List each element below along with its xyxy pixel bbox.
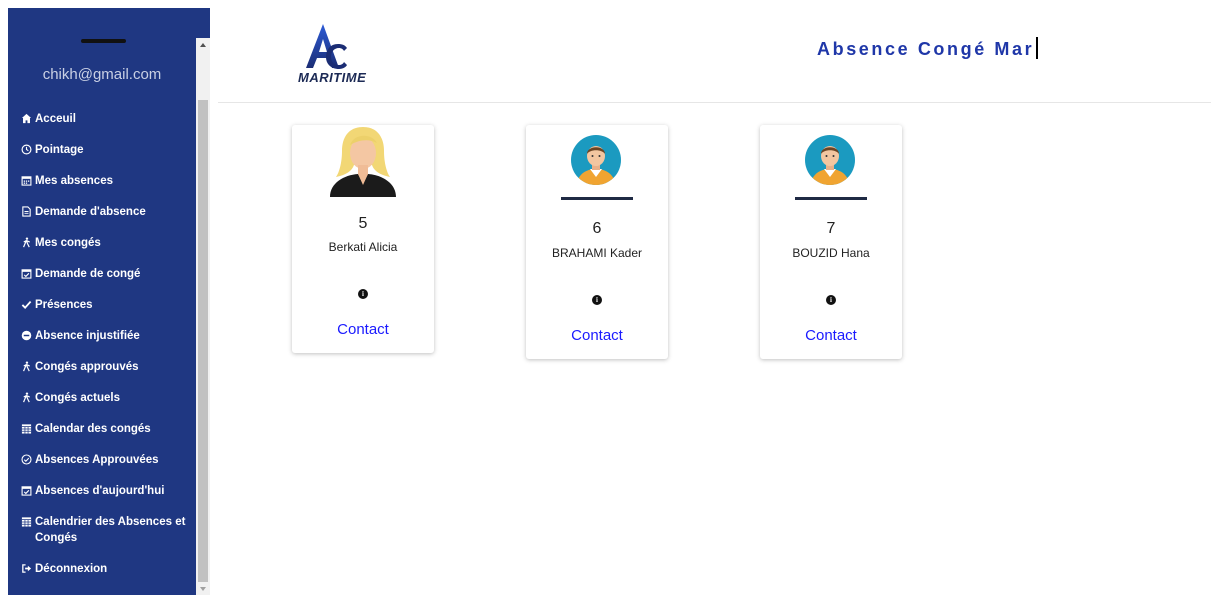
sidebar-item-label: Absences Approuvées bbox=[35, 454, 159, 466]
clock-icon bbox=[20, 143, 33, 156]
document-icon bbox=[20, 205, 33, 218]
calendar-grid-icon bbox=[20, 422, 33, 435]
sidebar-item-label: Acceuil bbox=[35, 113, 76, 125]
text-cursor bbox=[1036, 37, 1039, 59]
page-title: Absence Congé Mar bbox=[817, 37, 1039, 60]
calendar-check-icon bbox=[20, 267, 33, 280]
walking-icon bbox=[20, 391, 33, 404]
sidebar-item-label: Présences bbox=[35, 299, 93, 311]
sidebar-item-calendrier-absences-conges[interactable]: Calendrier des Absences et Congés bbox=[20, 514, 196, 546]
sidebar-item-label: Demande d'absence bbox=[35, 206, 146, 218]
calendar-check-icon bbox=[20, 484, 33, 497]
sidebar-item-conges-actuels[interactable]: Congés actuels bbox=[20, 390, 196, 406]
scroll-up-arrow-icon[interactable] bbox=[196, 38, 210, 52]
sidebar-item-absence-injustifiee[interactable]: Absence injustifiée bbox=[20, 328, 196, 344]
sidebar-scrollbar-thumb[interactable] bbox=[198, 100, 208, 582]
employee-name: BRAHAMI Kader bbox=[551, 246, 643, 260]
sidebar-item-label: Calendrier des Absences et Congés bbox=[35, 516, 186, 544]
scroll-down-arrow-icon[interactable] bbox=[196, 583, 210, 595]
employee-name: Berkati Alicia bbox=[328, 240, 398, 254]
sidebar-item-absences-approuvees[interactable]: Absences Approuvées bbox=[20, 452, 196, 468]
male-avatar bbox=[570, 134, 622, 191]
sidebar-item-deconnexion[interactable]: Déconnexion bbox=[20, 561, 196, 577]
sidebar-item-label: Déconnexion bbox=[35, 563, 108, 575]
sign-out-icon bbox=[20, 562, 33, 575]
sidebar-menu: Acceuil Pointage Mes absences Demande d'… bbox=[20, 111, 196, 592]
sidebar-item-absences-aujourdhui[interactable]: Absences d'aujourd'hui bbox=[20, 483, 196, 499]
home-icon bbox=[20, 112, 33, 125]
employee-card: 6 BRAHAMI Kader i Contact bbox=[526, 125, 668, 359]
walking-icon bbox=[20, 360, 33, 373]
user-avatar bbox=[81, 39, 126, 43]
info-icon[interactable]: i bbox=[592, 295, 602, 305]
info-icon[interactable]: i bbox=[358, 289, 368, 299]
sidebar-item-pointage[interactable]: Pointage bbox=[20, 142, 196, 158]
sidebar-item-label: Pointage bbox=[35, 144, 84, 156]
minus-circle-icon bbox=[20, 329, 33, 342]
employee-id: 6 bbox=[592, 220, 602, 237]
sidebar-item-label: Calendar des congés bbox=[35, 423, 151, 435]
employee-id: 7 bbox=[826, 220, 836, 237]
sidebar-item-mes-conges[interactable]: Mes congés bbox=[20, 235, 196, 251]
calendar-grid-icon bbox=[20, 515, 33, 528]
sidebar-item-label: Mes congés bbox=[35, 237, 101, 249]
sidebar-item-conges-approuves[interactable]: Congés approuvés bbox=[20, 359, 196, 375]
male-avatar bbox=[804, 134, 856, 191]
sidebar-item-acceuil[interactable]: Acceuil bbox=[20, 111, 196, 127]
sidebar-item-label: Absences d'aujourd'hui bbox=[35, 485, 165, 497]
sidebar-item-presences[interactable]: Présences bbox=[20, 297, 196, 313]
contact-link[interactable]: Contact bbox=[760, 327, 902, 344]
sidebar-item-label: Congés approuvés bbox=[35, 361, 139, 373]
sidebar-item-mes-absences[interactable]: Mes absences bbox=[20, 173, 196, 189]
employee-name: BOUZID Hana bbox=[792, 246, 870, 260]
check-circle-icon bbox=[20, 453, 33, 466]
sidebar-item-label: Mes absences bbox=[35, 175, 113, 187]
sidebar-item-label: Demande de congé bbox=[35, 268, 141, 280]
sidebar: chikh@gmail.com Acceuil Pointage Mes abs… bbox=[8, 8, 210, 595]
info-icon[interactable]: i bbox=[826, 295, 836, 305]
calendar-icon bbox=[20, 174, 33, 187]
sidebar-item-label: Absence injustifiée bbox=[35, 330, 140, 342]
employee-card: 7 BOUZID Hana i Contact bbox=[760, 125, 902, 359]
walking-icon bbox=[20, 236, 33, 249]
check-icon bbox=[20, 298, 33, 311]
sidebar-item-label: Congés actuels bbox=[35, 392, 120, 404]
female-avatar bbox=[326, 125, 400, 202]
header-divider bbox=[218, 102, 1211, 103]
contact-link[interactable]: Contact bbox=[526, 327, 668, 344]
employee-id: 5 bbox=[358, 215, 368, 232]
banner-image bbox=[795, 197, 867, 200]
logo-text: MARITIME bbox=[298, 70, 367, 85]
sidebar-item-demande-absence[interactable]: Demande d'absence bbox=[20, 204, 196, 220]
sidebar-item-demande-conge[interactable]: Demande de congé bbox=[20, 266, 196, 282]
user-email: chikh@gmail.com bbox=[42, 66, 162, 83]
banner-image bbox=[561, 197, 633, 200]
page-title-text: Absence Congé Mar bbox=[817, 39, 1035, 59]
sidebar-item-calendar-conges[interactable]: Calendar des congés bbox=[20, 421, 196, 437]
sidebar-content: chikh@gmail.com Acceuil Pointage Mes abs… bbox=[8, 8, 196, 595]
contact-link[interactable]: Contact bbox=[292, 321, 434, 338]
employee-card: 5 Berkati Alicia i Contact bbox=[292, 125, 434, 353]
